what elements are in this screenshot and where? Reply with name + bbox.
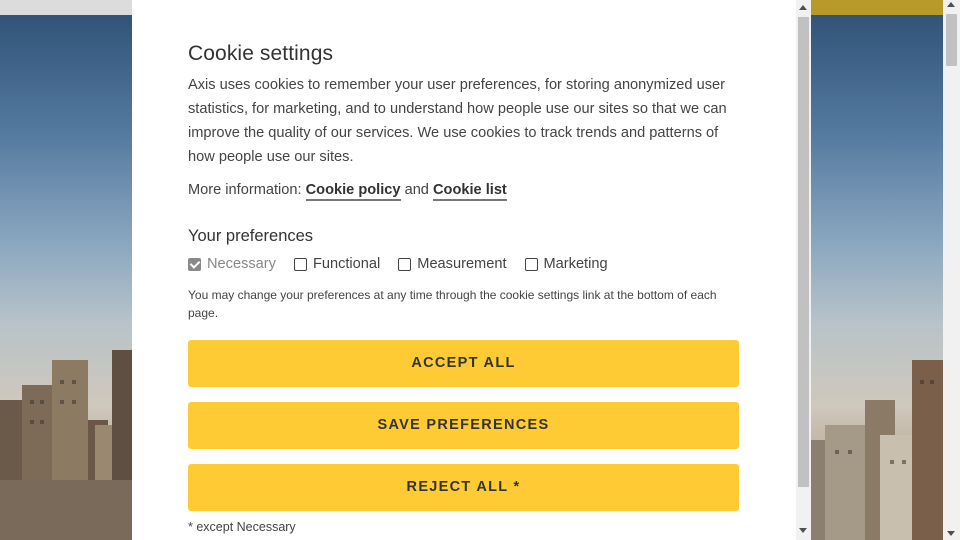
checkbox-label[interactable]: Functional: [313, 256, 380, 272]
checkbox-checked-icon: [188, 257, 201, 271]
dialog-scrollbar-thumb[interactable]: [798, 17, 809, 487]
cookie-list-link[interactable]: Cookie list: [433, 182, 507, 201]
scroll-up-arrow-icon[interactable]: [799, 5, 807, 10]
page-scrollbar[interactable]: [943, 0, 960, 540]
dialog-title: Cookie settings: [188, 42, 334, 65]
checkbox-measurement[interactable]: Measurement: [398, 256, 507, 272]
cookie-settings-dialog: Cookie settings Axis uses cookies to rem…: [132, 0, 811, 540]
checkbox-label[interactable]: Measurement: [417, 256, 506, 272]
scroll-down-arrow-icon[interactable]: [947, 531, 955, 536]
preferences-note: You may change your preferences at any t…: [188, 288, 717, 320]
checkbox-empty-icon[interactable]: [293, 257, 307, 271]
save-preferences-button[interactable]: SAVE PREFERENCES: [188, 402, 739, 449]
scroll-up-arrow-icon[interactable]: [947, 2, 955, 7]
checkbox-functional[interactable]: Functional: [293, 256, 380, 272]
checkbox-label: Necessary: [207, 256, 276, 272]
checkbox-marketing[interactable]: Marketing: [524, 256, 608, 272]
preferences-checkboxes: Necessary Functional Measurement Marketi…: [188, 254, 739, 274]
accept-all-button[interactable]: ACCEPT ALL: [188, 340, 739, 387]
footnote: * except Necessary: [188, 520, 296, 534]
scroll-down-arrow-icon[interactable]: [799, 528, 807, 533]
checkbox-empty-icon[interactable]: [398, 257, 412, 271]
dialog-content: Cookie settings Axis uses cookies to rem…: [188, 40, 739, 534]
cookie-policy-link[interactable]: Cookie policy: [305, 182, 401, 201]
checkbox-necessary: Necessary: [188, 256, 276, 272]
checkbox-empty-icon[interactable]: [524, 257, 538, 271]
more-information: More information: Cookie policy and Cook…: [188, 179, 739, 201]
preferences-title: Your preferences: [188, 227, 314, 245]
page-scrollbar-thumb[interactable]: [946, 14, 957, 66]
reject-all-button[interactable]: REJECT ALL *: [188, 464, 739, 511]
and-text: and: [404, 182, 429, 198]
more-info-prefix: More information:: [188, 182, 302, 198]
checkbox-label[interactable]: Marketing: [544, 256, 608, 272]
dialog-description: Axis uses cookies to remember your user …: [188, 77, 727, 165]
